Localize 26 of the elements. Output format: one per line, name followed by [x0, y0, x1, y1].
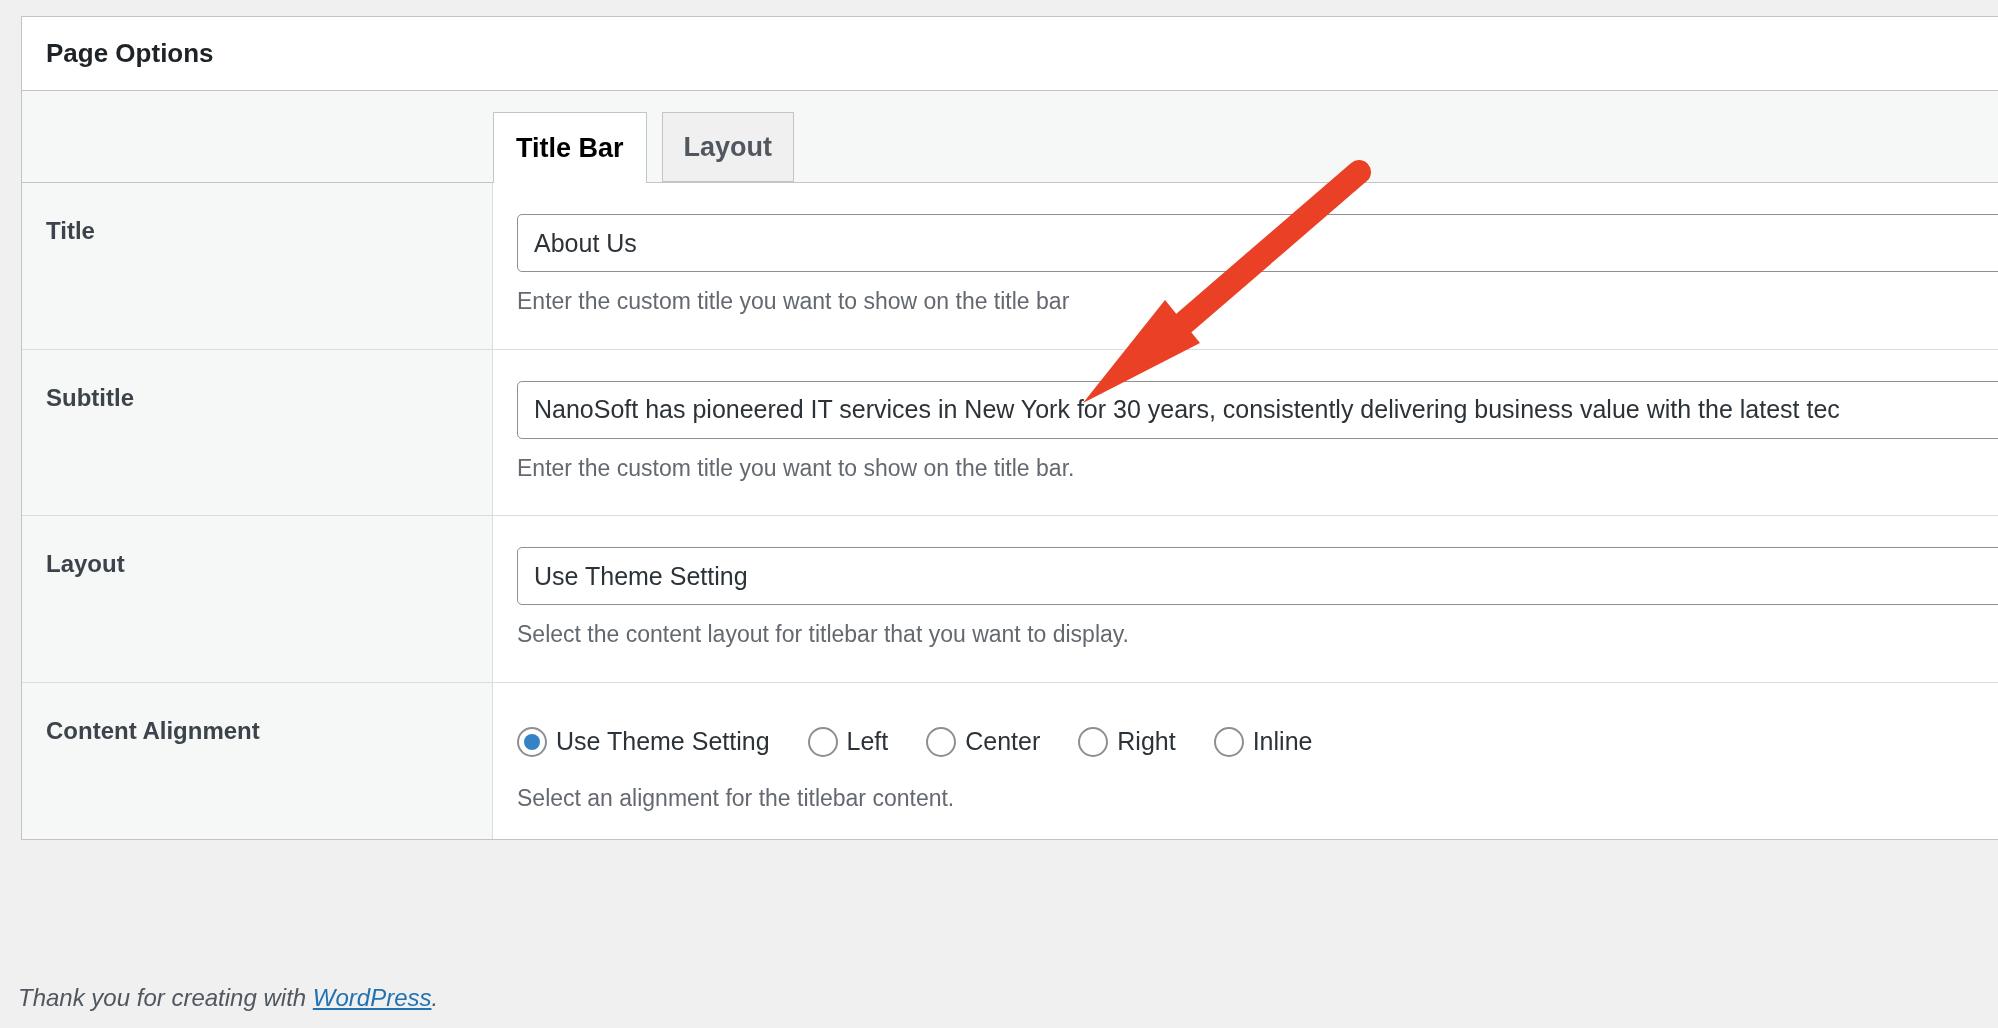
- radio-button[interactable]: [1078, 726, 1109, 757]
- footer-text: Thank you for creating with WordPress.: [18, 983, 439, 1013]
- tab[interactable]: Title Bar: [493, 112, 647, 183]
- field-label: Title: [46, 217, 95, 244]
- radio-button[interactable]: [807, 726, 838, 757]
- field-label: Content Alignment: [46, 716, 260, 744]
- radio-button[interactable]: [517, 726, 547, 757]
- radio-button[interactable]: [926, 726, 957, 757]
- radio-option[interactable]: Center: [926, 722, 1041, 761]
- radio-option[interactable]: Inline: [1213, 722, 1313, 761]
- layout-select[interactable]: Use Theme Setting: [517, 547, 1998, 605]
- radio-button[interactable]: [1213, 726, 1244, 757]
- text-field[interactable]: About Us: [517, 214, 1998, 272]
- radio-option[interactable]: Use Theme Setting: [517, 722, 770, 761]
- field-label: Subtitle: [46, 383, 134, 411]
- tab[interactable]: Layout: [661, 112, 795, 182]
- radio-option[interactable]: Left: [807, 722, 889, 761]
- field-description: Enter the custom title you want to show on the title bar: [517, 287, 1071, 316]
- field-label: Layout: [46, 550, 125, 577]
- field-description: Select an alignment for the titlebar content.: [517, 783, 956, 813]
- wordpress-link[interactable]: WordPress: [312, 984, 432, 1011]
- field-description: Enter the custom title you want to show on the title bar.: [517, 453, 1076, 483]
- panel-title: Page Options: [46, 37, 214, 70]
- text-field[interactable]: NanoSoft has pioneered IT services in New York for 30 years, consistently delivering business value with the latest tec: [517, 380, 1998, 439]
- radio-option[interactable]: Right: [1078, 722, 1176, 761]
- field-description: Select the content layout for titlebar that you want to display.: [517, 620, 1130, 649]
